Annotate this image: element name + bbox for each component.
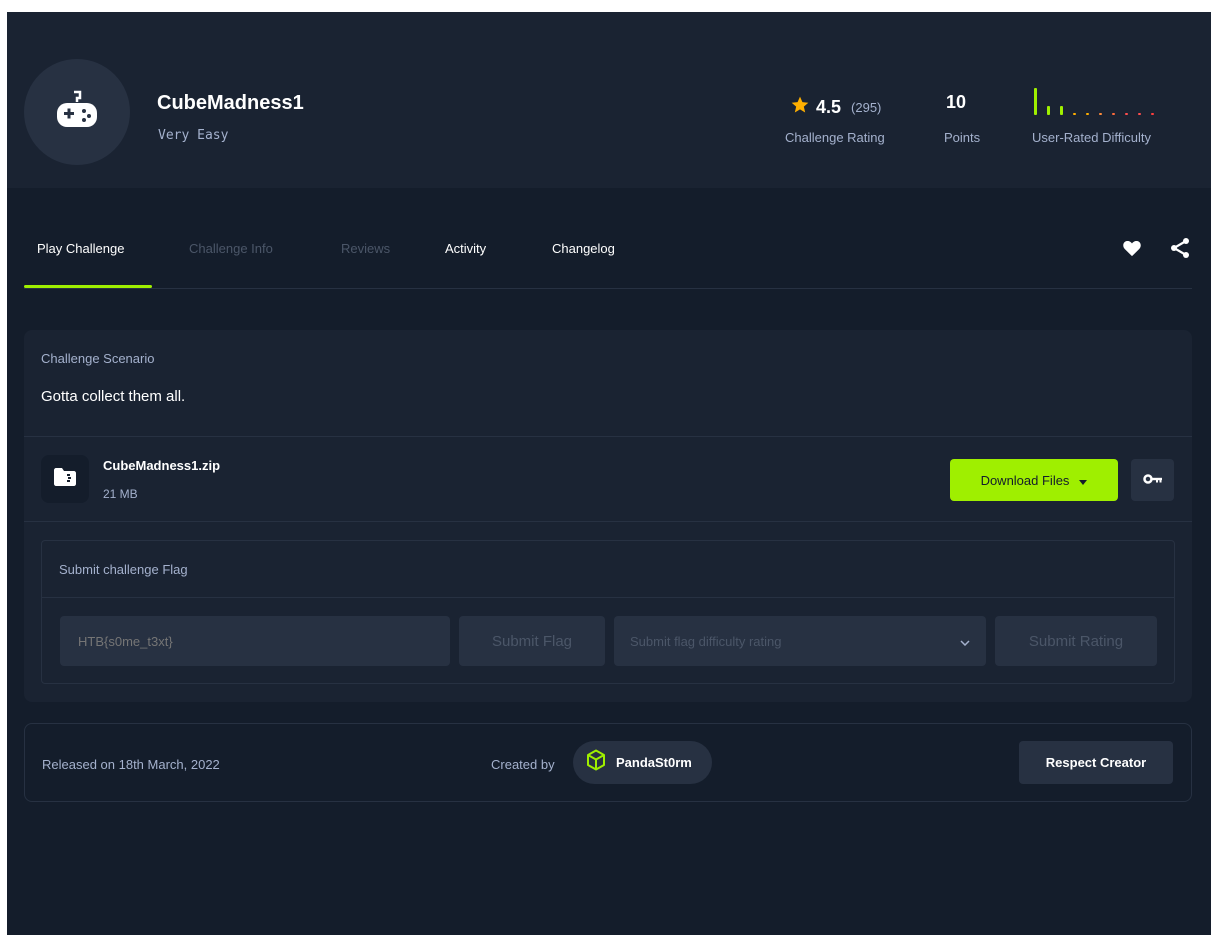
creator-profile-link[interactable]: PandaSt0rm [573, 741, 712, 784]
flag-difficulty-placeholder: Submit flag difficulty rating [630, 633, 782, 649]
submit-flag-section: Submit challenge Flag Submit Flag Submit… [41, 540, 1175, 684]
chevron-down-icon [960, 634, 970, 649]
flag-input[interactable] [60, 616, 450, 666]
challenge-header: CubeMadness1 Very Easy 4.5 (295) Challen… [7, 12, 1211, 188]
download-files-label: Download Files [980, 472, 1070, 488]
share-icon[interactable] [1168, 236, 1192, 260]
difficulty-bar [1151, 113, 1154, 115]
divider [24, 436, 1192, 437]
submit-flag-label: Submit challenge Flag [59, 562, 188, 577]
heart-icon[interactable] [1120, 236, 1144, 260]
points-value: 10 [946, 92, 967, 112]
tab-play-challenge[interactable]: Play Challenge [37, 241, 124, 256]
rating-value: 4.5 [816, 97, 842, 117]
challenge-avatar [24, 59, 130, 165]
file-size: 21 MB [103, 487, 138, 501]
zip-folder-icon [54, 467, 76, 491]
caret-down-icon [1079, 473, 1088, 488]
tab-activity[interactable]: Activity [445, 241, 486, 256]
creator-name: PandaSt0rm [616, 755, 692, 770]
submit-flag-button[interactable]: Submit Flag [459, 616, 605, 666]
difficulty-bar [1125, 113, 1128, 115]
difficulty-bar [1112, 113, 1115, 115]
challenge-tabs: Play Challenge Challenge Info Reviews Ac… [24, 224, 1192, 289]
tab-challenge-info[interactable]: Challenge Info [189, 241, 273, 256]
gamepad-icon [54, 90, 100, 135]
cube-icon [586, 749, 606, 776]
difficulty-bar [1034, 88, 1037, 115]
star-icon [790, 95, 810, 120]
file-name: CubeMadness1.zip [103, 458, 221, 473]
challenge-page: CubeMadness1 Very Easy 4.5 (295) Challen… [7, 12, 1211, 935]
active-tab-indicator [24, 285, 152, 288]
difficulty-bar [1060, 106, 1063, 115]
flag-difficulty-select[interactable]: Submit flag difficulty rating [614, 616, 986, 666]
tab-actions [1120, 236, 1192, 260]
download-files-button[interactable]: Download Files [950, 459, 1118, 501]
created-by-label: Created by [491, 757, 555, 772]
difficulty-bar [1138, 113, 1141, 115]
key-icon [1142, 471, 1163, 489]
divider [42, 597, 1174, 598]
difficulty-bar [1047, 106, 1050, 115]
difficulty-bar [1099, 113, 1102, 115]
file-row-icon [41, 455, 89, 503]
challenge-card: Challenge Scenario Gotta collect them al… [24, 330, 1192, 702]
rating-label: Challenge Rating [785, 130, 885, 145]
tab-reviews[interactable]: Reviews [341, 241, 390, 256]
submit-rating-button[interactable]: Submit Rating [995, 616, 1157, 666]
divider [24, 521, 1192, 522]
respect-creator-button[interactable]: Respect Creator [1019, 741, 1173, 784]
scenario-text: Gotta collect them all. [41, 388, 186, 405]
user-difficulty-chart [1034, 88, 1154, 115]
difficulty-bar [1086, 113, 1089, 115]
vpn-key-button[interactable] [1131, 459, 1174, 501]
release-date: Released on 18th March, 2022 [42, 757, 220, 772]
challenge-rating: 4.5 (295) [790, 95, 881, 120]
tab-changelog[interactable]: Changelog [552, 241, 615, 256]
challenge-footer: Released on 18th March, 2022 Created by … [24, 723, 1192, 802]
points-label: Points [944, 130, 981, 145]
scenario-label: Challenge Scenario [41, 351, 155, 366]
challenge-difficulty: Very Easy [158, 128, 229, 143]
challenge-title: CubeMadness1 [157, 92, 304, 114]
user-difficulty-label: User-Rated Difficulty [1032, 130, 1151, 145]
rating-count: (295) [851, 100, 882, 115]
difficulty-bar [1073, 113, 1076, 115]
